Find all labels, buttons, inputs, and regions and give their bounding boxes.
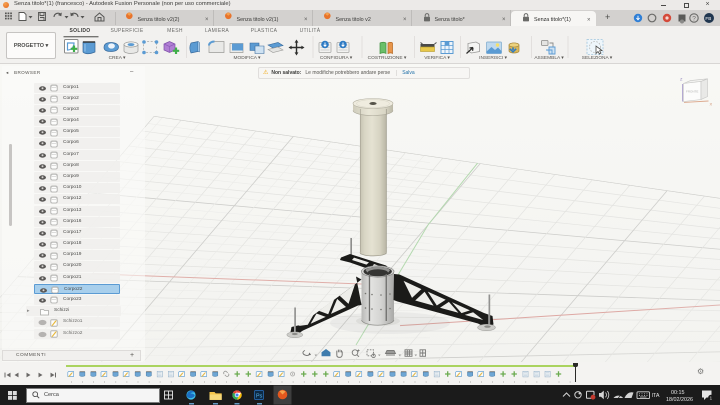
svg-text:Senza titolo*(1): Senza titolo*(1) [534, 17, 571, 23]
svg-text:Z: Z [680, 77, 683, 82]
svg-text:ITA: ITA [652, 393, 660, 399]
svg-text:?: ? [692, 15, 696, 22]
svg-text:Ps: Ps [256, 393, 263, 399]
svg-text:×: × [205, 17, 209, 23]
svg-text:×: × [304, 17, 308, 23]
svg-text:×: × [403, 17, 407, 23]
svg-text:×: × [502, 17, 506, 23]
svg-text:Senza titolo v2(1): Senza titolo v2(1) [237, 17, 279, 23]
svg-text:FB: FB [705, 16, 711, 21]
svg-text:Senza titolo v2(2): Senza titolo v2(2) [138, 17, 180, 23]
svg-text:18/02/2026: 18/02/2026 [666, 397, 693, 403]
svg-text:Senza titolo*: Senza titolo* [435, 17, 466, 23]
svg-text:Senza titolo v2: Senza titolo v2 [336, 17, 371, 23]
svg-text:FRONTE: FRONTE [686, 90, 698, 94]
svg-text:×: × [587, 17, 591, 23]
svg-text:X: X [710, 102, 713, 107]
svg-text:00:15: 00:15 [671, 390, 685, 396]
